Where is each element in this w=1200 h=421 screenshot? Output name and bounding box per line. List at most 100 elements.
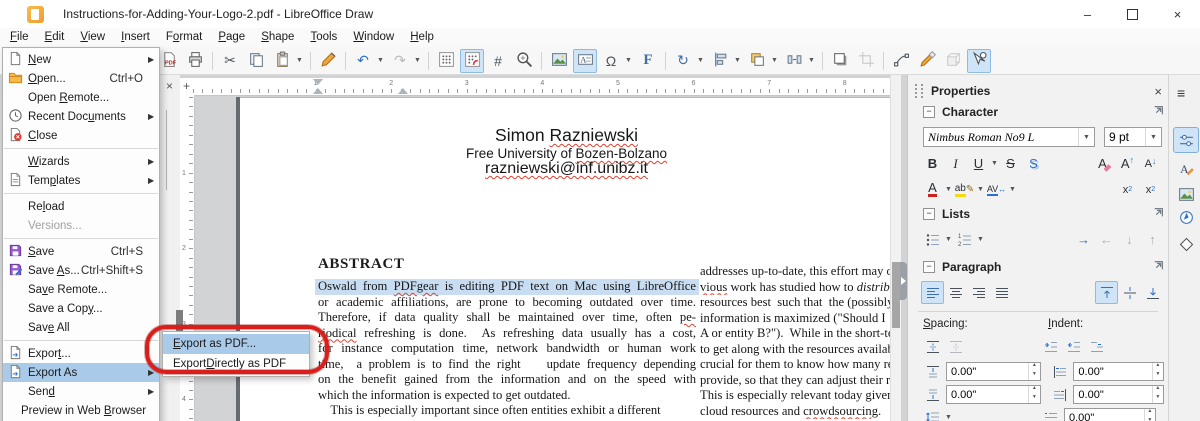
clear-formatting-button[interactable]: A bbox=[1093, 152, 1116, 175]
below-paragraph-spacing-field[interactable]: ▲▼ bbox=[946, 385, 1041, 404]
submenu-item-export-as-pdf[interactable]: Export as PDF... bbox=[163, 334, 309, 354]
spacing-above-spinner[interactable]: ▲ ▼ bbox=[1028, 363, 1039, 380]
justify-button[interactable] bbox=[990, 281, 1013, 304]
document-line[interactable]: for instance computation time, network b… bbox=[318, 341, 696, 357]
sidebar-close-icon[interactable]: × bbox=[1154, 84, 1162, 99]
abstract-heading[interactable]: ABSTRACT bbox=[318, 256, 405, 273]
distribute-selection-button[interactable] bbox=[782, 49, 806, 73]
document-page[interactable]: Simon Razniewski Free University of Boze… bbox=[240, 97, 893, 421]
align-objects-dropdown-icon[interactable]: ▼ bbox=[733, 50, 742, 72]
font-size-combobox[interactable]: ▼ bbox=[1104, 127, 1162, 147]
collapse-lists-section-icon[interactable]: − bbox=[923, 207, 935, 220]
above-paragraph-spacing-input[interactable] bbox=[947, 363, 1029, 380]
promote-button[interactable]: ← bbox=[1095, 228, 1118, 251]
increase-indent-button[interactable] bbox=[1039, 335, 1062, 358]
lists-dialog-launcher-icon[interactable] bbox=[1153, 207, 1164, 221]
sidebar-drag-grip[interactable] bbox=[915, 84, 923, 98]
ordered-list-dropdown-icon[interactable]: ▼ bbox=[976, 236, 985, 243]
decrease-font-size-button[interactable]: A ↓ bbox=[1139, 152, 1162, 175]
align-top-button[interactable] bbox=[1095, 281, 1118, 304]
document-line[interactable]: information is maximized ("Should I bbox=[700, 311, 893, 327]
menu-item-save-all[interactable]: Save All bbox=[3, 318, 159, 337]
menu-item-preview-in-web-browser[interactable]: Preview in Web Browser bbox=[3, 401, 159, 420]
menu-item-open-remote[interactable]: Open Remote... bbox=[3, 88, 159, 107]
document-line[interactable]: vious work has studied how to distribute bbox=[700, 280, 893, 296]
arrange-button[interactable] bbox=[745, 49, 769, 73]
insert-fontwork-text-button[interactable]: F bbox=[636, 49, 660, 73]
document-line[interactable]: resources best such that the (possibly bbox=[700, 295, 893, 311]
increase-font-size-button[interactable]: A ↑ bbox=[1116, 152, 1139, 175]
character-dialog-launcher-icon[interactable] bbox=[1153, 105, 1164, 119]
indent-after-spinner[interactable]: ▲ ▼ bbox=[1151, 386, 1163, 403]
insert-special-characters-dropdown-icon[interactable]: ▼ bbox=[624, 50, 633, 72]
before-text-indent-field[interactable]: ▲▼ bbox=[1073, 362, 1164, 381]
hide-sidebar-handle[interactable] bbox=[900, 262, 907, 300]
document-line[interactable]: Therefore, if data quality shall be main… bbox=[318, 310, 696, 326]
underline-button[interactable]: U bbox=[967, 152, 990, 175]
arrange-dropdown-icon[interactable]: ▼ bbox=[770, 50, 779, 72]
redo-button[interactable]: ↷ bbox=[388, 49, 412, 73]
move-up-button[interactable]: ↑ bbox=[1141, 228, 1164, 251]
italic-button[interactable]: I bbox=[944, 152, 967, 175]
demote-button[interactable]: → bbox=[1072, 228, 1095, 251]
shadow-button[interactable] bbox=[828, 49, 852, 73]
indent-marker-hourglass[interactable] bbox=[313, 79, 323, 85]
character-spacing-button[interactable]: AV ↔ bbox=[985, 178, 1008, 201]
submenu-item-export-directly-as-pdf[interactable]: Export Directly as PDF bbox=[163, 354, 309, 374]
menu-item-new[interactable]: New ▶ bbox=[3, 50, 159, 69]
document-line[interactable]: crucial for them to know how many res bbox=[700, 357, 893, 373]
show-glue-point-functions-button[interactable] bbox=[915, 49, 939, 73]
increase-paragraph-spacing-button[interactable] bbox=[921, 335, 944, 358]
collapse-paragraph-section-icon[interactable]: − bbox=[923, 260, 935, 273]
cut-button[interactable]: ✂ bbox=[218, 49, 242, 73]
document-line[interactable]: time, a problem is to find the right upd… bbox=[318, 357, 696, 373]
export-directly-as-pdf-button[interactable]: PDF bbox=[157, 49, 181, 73]
unordered-list-dropdown-icon[interactable]: ▼ bbox=[944, 236, 953, 243]
close-pages-panel-button[interactable]: × bbox=[162, 79, 177, 94]
after-text-indent-input[interactable] bbox=[1074, 386, 1152, 403]
menubar-item-page[interactable]: Page bbox=[210, 28, 253, 47]
move-down-button[interactable]: ↓ bbox=[1118, 228, 1141, 251]
menu-item-open[interactable]: Open... Ctrl+O bbox=[3, 69, 159, 88]
strikethrough-button[interactable]: S bbox=[999, 152, 1022, 175]
sidebar-settings-icon[interactable]: ≡ bbox=[1177, 85, 1185, 101]
font-color-dropdown-icon[interactable]: ▼ bbox=[944, 186, 953, 193]
helplines-while-moving-button[interactable]: # bbox=[486, 49, 510, 73]
document-line[interactable]: or academic affiliations, are prone to b… bbox=[318, 295, 696, 311]
superscript-button[interactable]: x2 bbox=[1116, 178, 1139, 201]
first-line-indent-field[interactable]: ▲▼ bbox=[1064, 408, 1156, 421]
menubar-item-view[interactable]: View bbox=[72, 28, 113, 47]
distribute-selection-dropdown-icon[interactable]: ▼ bbox=[807, 50, 816, 72]
after-text-indent-field[interactable]: ▲▼ bbox=[1073, 385, 1164, 404]
author-name[interactable]: Simon Razniewski bbox=[240, 125, 893, 146]
first-line-indent-input[interactable] bbox=[1065, 409, 1144, 421]
menubar-item-format[interactable]: Format bbox=[158, 28, 210, 47]
above-paragraph-spacing-field[interactable]: ▲▼ bbox=[946, 362, 1041, 381]
indent-before-spinner[interactable]: ▲ ▼ bbox=[1151, 363, 1163, 380]
indent-marker-right[interactable] bbox=[398, 88, 408, 94]
below-paragraph-spacing-input[interactable] bbox=[947, 386, 1029, 403]
clone-formatting-button[interactable] bbox=[316, 49, 340, 73]
menu-item-send[interactable]: Send ▶ bbox=[3, 382, 159, 401]
show-draw-functions-button[interactable] bbox=[967, 48, 991, 73]
highlighting-dropdown-icon[interactable]: ▼ bbox=[976, 186, 985, 193]
highlighting-color-button[interactable]: ab ✎ bbox=[953, 178, 976, 201]
menu-item-versions[interactable]: Versions... bbox=[3, 216, 159, 235]
line-spacing-dropdown-icon[interactable]: ▼ bbox=[944, 414, 953, 421]
decrease-indent-button[interactable] bbox=[1062, 335, 1085, 358]
font-size-input[interactable] bbox=[1105, 129, 1145, 145]
document-line[interactable]: This is especially relevant today given bbox=[700, 388, 893, 404]
menu-item-save-as[interactable]: Save As... Ctrl+Shift+S bbox=[3, 261, 159, 280]
zoom-and-pan-button[interactable] bbox=[512, 49, 536, 73]
font-color-button[interactable]: A bbox=[921, 178, 944, 201]
vertical-scrollbar-thumb[interactable] bbox=[892, 262, 900, 328]
before-text-indent-input[interactable] bbox=[1074, 363, 1152, 380]
menu-item-export-as[interactable]: Export As ▶ bbox=[3, 363, 159, 382]
snap-to-grid-button[interactable] bbox=[460, 48, 484, 73]
abstract-right-column[interactable]: addresses up-to-date, this effort may ov… bbox=[700, 264, 893, 419]
menubar-item-edit[interactable]: Edit bbox=[37, 28, 73, 47]
menu-item-wizards[interactable]: Wizards ▶ bbox=[3, 152, 159, 171]
minimize-button[interactable]: – bbox=[1065, 0, 1110, 28]
underline-dropdown-icon[interactable]: ▼ bbox=[990, 160, 999, 167]
font-name-dropdown-icon[interactable]: ▼ bbox=[1078, 128, 1094, 146]
